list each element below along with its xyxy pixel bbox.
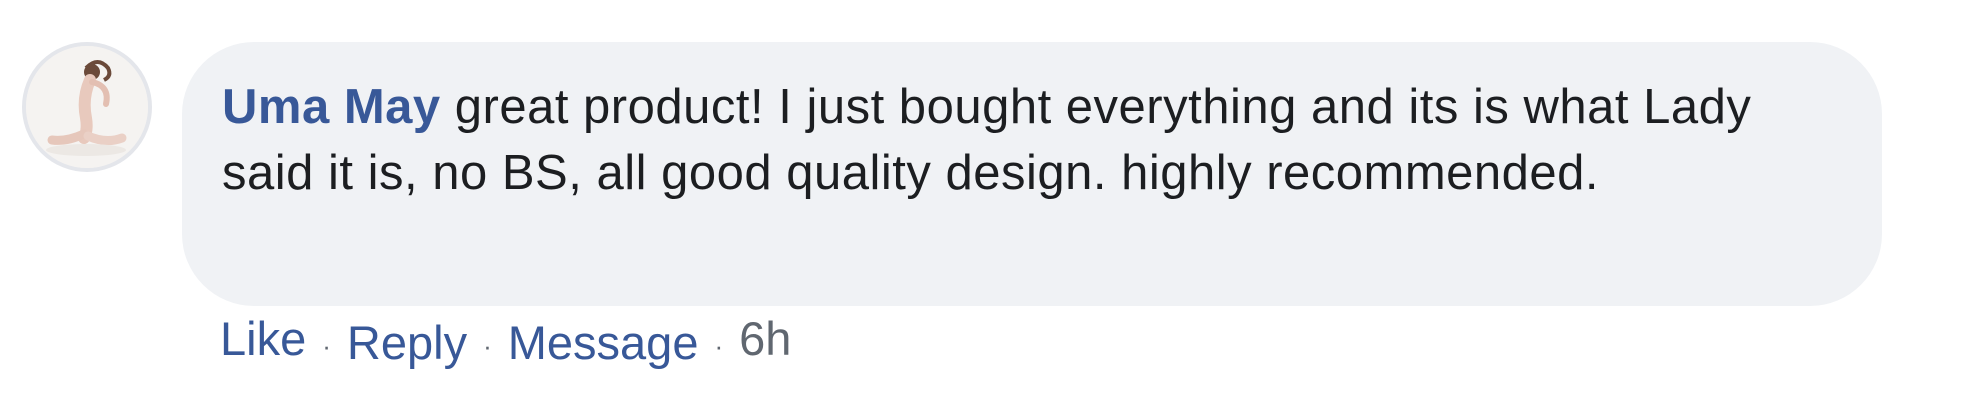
message-link[interactable]: Message <box>508 315 699 370</box>
separator-dot: · <box>483 330 492 361</box>
reply-link[interactable]: Reply <box>347 315 467 370</box>
comment-body: Uma May great product! I just bought eve… <box>222 74 1842 206</box>
comment-bubble: Uma May great product! I just bought eve… <box>182 42 1882 306</box>
comment-text: great product! I just bought everything … <box>222 80 1752 200</box>
comment: Uma May great product! I just bought eve… <box>22 42 1882 382</box>
like-link[interactable]: Like <box>220 311 306 366</box>
author-name[interactable]: Uma May <box>222 80 441 134</box>
timestamp[interactable]: 6h <box>739 311 791 366</box>
avatar[interactable] <box>22 42 152 172</box>
separator-dot: · <box>322 330 331 361</box>
separator-dot: · <box>714 330 724 361</box>
avatar-photo-icon <box>26 46 148 168</box>
comment-actions: Like · Reply · Message · 6h <box>220 312 791 372</box>
